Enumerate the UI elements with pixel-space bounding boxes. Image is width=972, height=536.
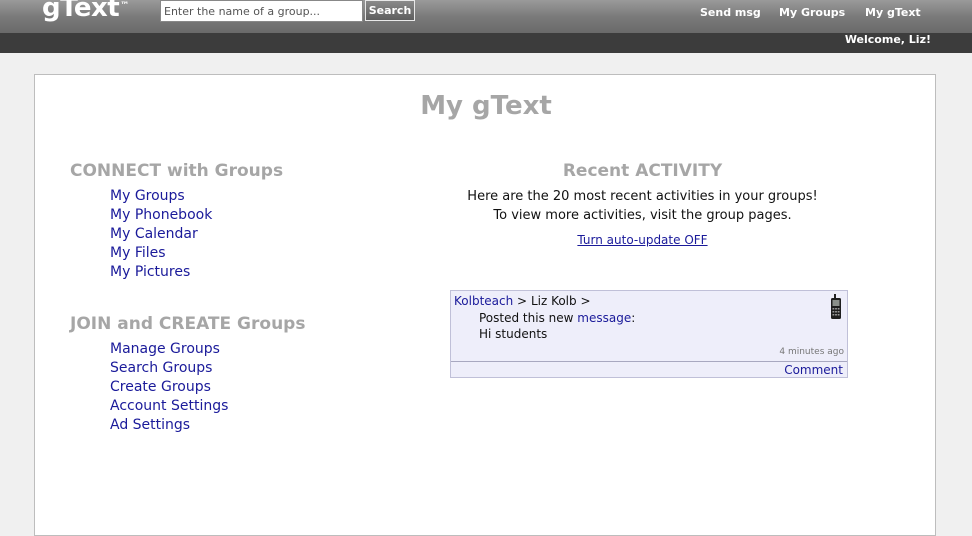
list-item: Search Groups: [110, 359, 228, 378]
list-item: Account Settings: [110, 397, 228, 416]
breadcrumb-separator: >: [580, 294, 591, 308]
link-my-groups[interactable]: My Groups: [110, 188, 185, 204]
trademark-mark: ™: [120, 1, 129, 11]
action-prefix: Posted this new: [479, 311, 574, 325]
action-suffix: :: [631, 311, 636, 325]
link-my-phonebook[interactable]: My Phonebook: [110, 207, 212, 223]
connect-section-title: CONNECT with Groups: [70, 161, 284, 181]
user-name: Liz Kolb: [530, 294, 577, 308]
link-manage-groups[interactable]: Manage Groups: [110, 341, 220, 357]
welcome-text: Welcome, Liz!: [844, 33, 931, 46]
link-ad-settings[interactable]: Ad Settings: [110, 417, 190, 433]
group-link[interactable]: Kolbteach: [454, 294, 513, 308]
message-link[interactable]: message: [577, 311, 631, 325]
activity-card-header: Kolbteach > Liz Kolb >: [454, 294, 591, 308]
list-item: My Files: [110, 244, 212, 263]
breadcrumb-separator: >: [517, 294, 528, 308]
nav-my-groups[interactable]: My Groups: [779, 6, 845, 19]
list-item: Manage Groups: [110, 340, 228, 359]
logo[interactable]: gText™: [42, 0, 129, 23]
list-item: My Phonebook: [110, 206, 212, 225]
list-item: My Groups: [110, 187, 212, 206]
link-create-groups[interactable]: Create Groups: [110, 379, 211, 395]
activity-action: Posted this new message:: [479, 311, 635, 325]
link-search-groups[interactable]: Search Groups: [110, 360, 212, 376]
activity-intro-line-2: To view more activities, visit the group…: [493, 208, 792, 223]
cell-phone-icon: [831, 294, 841, 319]
list-item: My Calendar: [110, 225, 212, 244]
link-my-pictures[interactable]: My Pictures: [110, 264, 190, 280]
auto-update-toggle-link[interactable]: Turn auto-update OFF: [450, 233, 835, 247]
nav-send-msg[interactable]: Send msg: [700, 6, 761, 19]
search-input[interactable]: [160, 0, 363, 22]
list-item: My Pictures: [110, 263, 212, 282]
card-divider: [451, 361, 847, 362]
join-section-title: JOIN and CREATE Groups: [70, 314, 306, 334]
join-links: Manage Groups Search Groups Create Group…: [110, 340, 228, 435]
activity-card: Kolbteach > Liz Kolb > Posted this new m…: [450, 290, 848, 378]
list-item: Ad Settings: [110, 416, 228, 435]
link-my-calendar[interactable]: My Calendar: [110, 226, 198, 242]
welcome-bar: Welcome, Liz!: [0, 33, 972, 53]
list-item: Create Groups: [110, 378, 228, 397]
connect-links: My Groups My Phonebook My Calendar My Fi…: [110, 187, 212, 282]
top-bar: gText™ Search Send msg My Groups My gTex…: [0, 0, 972, 33]
nav-my-gtext[interactable]: My gText: [865, 6, 921, 19]
search-button[interactable]: Search: [365, 0, 415, 21]
link-account-settings[interactable]: Account Settings: [110, 398, 228, 414]
link-my-files[interactable]: My Files: [110, 245, 166, 261]
comment-link[interactable]: Comment: [784, 363, 843, 377]
activity-section-title: Recent ACTIVITY: [562, 161, 723, 181]
activity-intro-line-1: Here are the 20 most recent activities i…: [467, 189, 818, 204]
activity-message-content: Hi students: [479, 327, 548, 341]
logo-text[interactable]: gText: [42, 0, 120, 23]
page-title: My gText: [420, 91, 552, 121]
activity-timestamp: 4 minutes ago: [779, 347, 844, 357]
